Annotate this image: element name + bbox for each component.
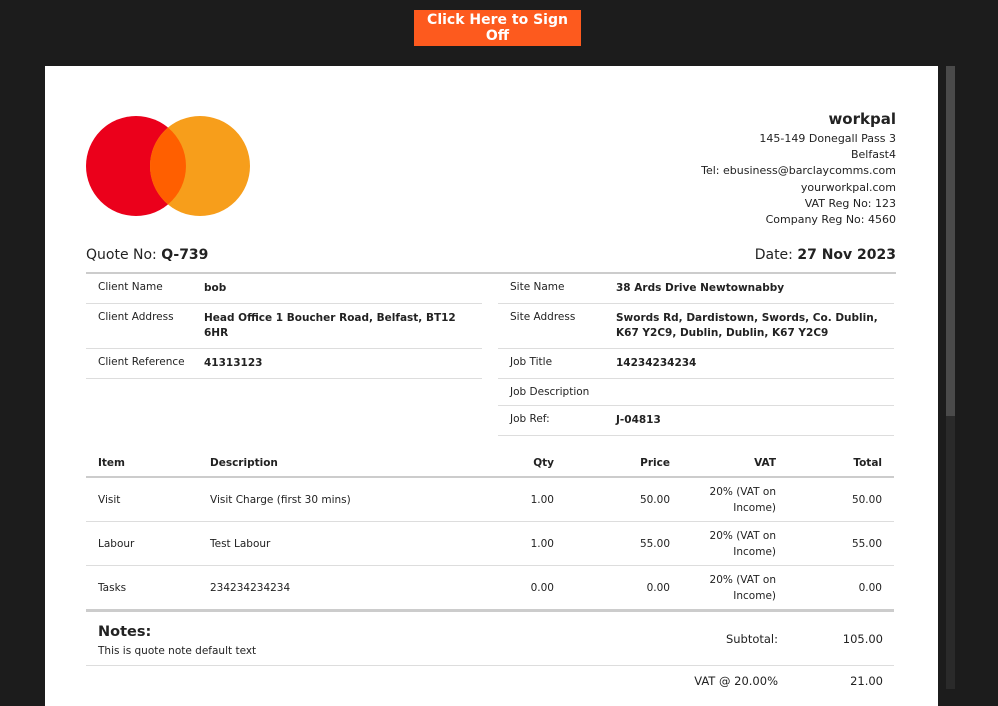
vat-line: 20% (VAT on [709, 529, 776, 542]
company-logo [86, 116, 250, 216]
info-label: Site Address [510, 311, 576, 323]
quote-document: workpal 145-149 Donegall Pass 3 Belfast4… [45, 66, 938, 706]
vat-cell: 20% (VAT on Income) [682, 521, 788, 566]
subtotal-label: Subtotal: [725, 632, 778, 646]
vat-line: 20% (VAT on [709, 573, 776, 586]
qty-cell: 0.00 [472, 565, 566, 612]
client-info-table: Client Name bob Client Address Head Offi… [86, 274, 482, 379]
info-label: Client Name [98, 281, 163, 293]
vat-line: 20% (VAT on [709, 485, 776, 498]
info-row: Site Name 38 Ards Drive Newtownabby [498, 274, 894, 304]
table-header-row: Item Description Qty Price VAT Total [86, 450, 894, 478]
item-cell: Visit [86, 477, 198, 522]
quote-date: Date: 27 Nov 2023 [755, 247, 896, 263]
qty-cell: 1.00 [472, 521, 566, 566]
description-cell: Test Labour [198, 521, 472, 566]
info-label: Job Title [510, 356, 553, 368]
info-value: bob [204, 282, 227, 294]
column-header-description: Description [198, 450, 472, 478]
description-cell: Visit Charge (first 30 mins) [198, 477, 472, 522]
notes-title: Notes: [98, 624, 152, 640]
total-cell: 0.00 [788, 565, 894, 612]
info-value: 41313123 [204, 357, 263, 369]
vat-total-value: 21.00 [850, 674, 883, 688]
info-row: Client Name bob [86, 274, 482, 304]
company-name: workpal [828, 110, 896, 128]
subtotal-value: 105.00 [842, 632, 883, 646]
price-cell: 55.00 [566, 521, 682, 566]
vat-cell: 20% (VAT on Income) [682, 565, 788, 612]
company-details: workpal 145-149 Donegall Pass 3 Belfast4… [701, 109, 896, 228]
quote-number: Quote No: Q-739 [86, 247, 208, 263]
site-info-table: Site Name 38 Ards Drive Newtownabby Site… [498, 274, 894, 436]
info-row: Job Description [498, 379, 894, 406]
info-label: Client Address [98, 311, 174, 323]
scrollbar[interactable] [946, 66, 955, 689]
vat-line: Income) [733, 545, 776, 558]
info-row: Client Reference 41313123 [86, 349, 482, 379]
info-row: Job Title 14234234234 [498, 349, 894, 379]
table-row: Labour Test Labour 1.00 55.00 20% (VAT o… [86, 521, 894, 566]
item-cell: Labour [86, 521, 198, 566]
total-cell: 55.00 [788, 521, 894, 566]
column-header-qty: Qty [472, 450, 566, 478]
quote-date-value: 27 Nov 2023 [797, 247, 896, 263]
column-header-item: Item [86, 450, 198, 478]
info-value: Swords Rd, Dardistown, Swords, Co. Dubli… [616, 312, 878, 339]
info-value: Head Office 1 Boucher Road, Belfast, BT1… [204, 312, 456, 339]
info-label: Job Ref: [510, 413, 550, 425]
column-header-price: Price [566, 450, 682, 478]
scrollbar-thumb[interactable] [946, 66, 955, 416]
sign-off-button[interactable]: Click Here to Sign Off [414, 10, 581, 46]
quote-number-value: Q-739 [161, 247, 209, 263]
info-row: Site Address Swords Rd, Dardistown, Swor… [498, 304, 894, 349]
info-value: 14234234234 [616, 357, 697, 369]
info-label: Site Name [510, 281, 565, 293]
price-cell: 50.00 [566, 477, 682, 522]
info-value: J-04813 [616, 414, 661, 426]
table-row: Visit Visit Charge (first 30 mins) 1.00 … [86, 477, 894, 522]
total-cell: 50.00 [788, 477, 894, 522]
vat-line: Income) [733, 501, 776, 514]
notes-text: This is quote note default text [98, 645, 257, 657]
line-items-table: Item Description Qty Price VAT Total Vis… [86, 450, 894, 612]
item-cell: Tasks [86, 565, 198, 612]
company-tel: Tel: ebusiness@barclaycomms.com [701, 164, 896, 178]
company-reg: Company Reg No: 4560 [765, 213, 896, 227]
vat-total-label: VAT @ 20.00% [694, 674, 778, 688]
info-label: Client Reference [98, 356, 185, 368]
column-header-vat: VAT [682, 450, 788, 478]
company-address-line2: Belfast4 [850, 148, 896, 162]
divider [86, 665, 894, 666]
quote-number-label: Quote No: [86, 247, 162, 263]
vat-line: Income) [733, 589, 776, 602]
price-cell: 0.00 [566, 565, 682, 612]
info-value: 38 Ards Drive Newtownabby [616, 282, 785, 294]
description-cell: 234234234234 [198, 565, 472, 612]
column-header-total: Total [788, 450, 894, 478]
info-row: Client Address Head Office 1 Boucher Roa… [86, 304, 482, 349]
company-vat-reg: VAT Reg No: 123 [804, 196, 896, 210]
vat-cell: 20% (VAT on Income) [682, 477, 788, 522]
table-row: Tasks 234234234234 0.00 0.00 20% (VAT on… [86, 565, 894, 612]
info-label: Job Description [510, 386, 590, 398]
info-value [616, 379, 894, 405]
company-website: yourworkpal.com [800, 180, 896, 194]
info-row: Job Ref: J-04813 [498, 406, 894, 436]
company-address-line1: 145-149 Donegall Pass 3 [759, 132, 896, 145]
qty-cell: 1.00 [472, 477, 566, 522]
quote-date-label: Date: [754, 247, 798, 263]
